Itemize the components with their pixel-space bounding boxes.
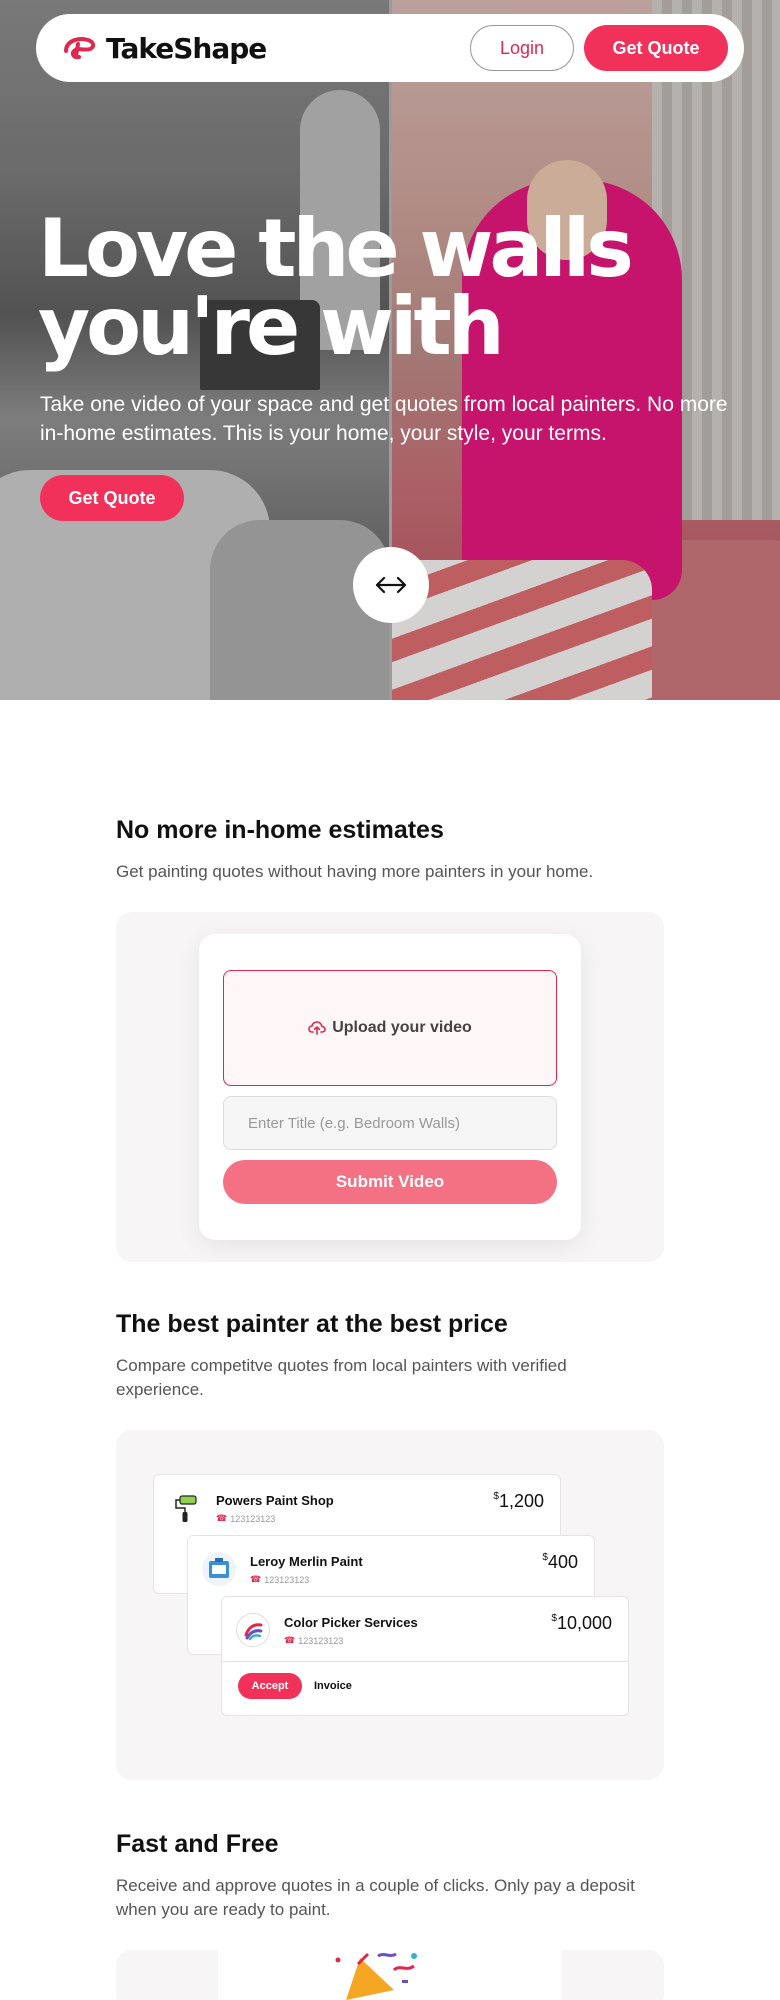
hero-subtitle: Take one video of your space and get quo… <box>40 393 728 445</box>
phone-icon: ☎ <box>250 1574 262 1584</box>
painter-name: Color Picker Services <box>284 1615 418 1630</box>
arrows-left-right-icon <box>375 576 407 594</box>
hero-section: TakeShape Login Get Quote Love the walls… <box>0 0 780 700</box>
painter-phone: ☎ 123123123 <box>284 1635 343 1646</box>
invoice-link[interactable]: Invoice <box>314 1680 352 1692</box>
accept-button[interactable]: Accept <box>238 1672 302 1699</box>
painter-phone: ☎ 123123123 <box>216 1513 275 1524</box>
logo-icon <box>64 37 96 60</box>
painter-phone-number: 123123123 <box>264 1574 310 1585</box>
quote-price: $10,000 <box>551 1613 612 1634</box>
phone-icon: ☎ <box>216 1513 228 1523</box>
phone-icon: ☎ <box>284 1635 296 1645</box>
party-popper-icon <box>335 1952 417 2000</box>
paint-roller-icon <box>175 1495 197 1522</box>
price-value: 1,200 <box>498 1491 544 1511</box>
quote-price: $400 <box>542 1552 578 1573</box>
brand-name: TakeShape <box>106 31 267 65</box>
cloud-upload-icon <box>308 1021 327 1035</box>
section-desc-best-painter: Compare competitve quotes from local pai… <box>116 1356 567 1399</box>
quote-card[interactable]: Color Picker Services ☎ 123123123 $10,00… <box>221 1596 629 1716</box>
paint-bucket-avatar <box>202 1552 236 1586</box>
painter-phone: ☎ 123123123 <box>250 1574 309 1585</box>
upload-card: Upload your video Submit Video <box>199 934 581 1240</box>
upload-video-dropzone[interactable]: Upload your video <box>223 970 557 1086</box>
quote-price: $1,200 <box>493 1491 544 1512</box>
submit-video-button[interactable]: Submit Video <box>223 1160 557 1204</box>
painter-phone-number: 123123123 <box>230 1513 276 1524</box>
painter-name: Leroy Merlin Paint <box>250 1554 363 1569</box>
section-title-fast-free: Fast and Free <box>116 1830 279 1858</box>
login-button[interactable]: Login <box>470 25 574 71</box>
get-quote-button[interactable]: Get Quote <box>584 25 728 71</box>
painter-name: Powers Paint Shop <box>216 1493 334 1508</box>
hero-get-quote-button[interactable]: Get Quote <box>40 475 184 521</box>
quote-actions: Accept Invoice <box>222 1661 628 1709</box>
navbar: TakeShape Login Get Quote <box>36 14 744 82</box>
color-picker-avatar <box>236 1613 270 1647</box>
hero-title-line-1: Love the walls <box>38 202 634 295</box>
upload-video-label: Upload your video <box>332 1019 472 1036</box>
section-title-best-painter: The best painter at the best price <box>116 1310 508 1338</box>
section-desc-fast-free: Receive and approve quotes in a couple o… <box>116 1876 635 1919</box>
price-value: 10,000 <box>556 1613 612 1633</box>
price-value: 400 <box>547 1552 578 1572</box>
section-desc-estimates: Get painting quotes without having more … <box>116 862 594 881</box>
hero-title-line-2: you're with <box>38 280 505 373</box>
color-swirl-icon <box>244 1623 263 1641</box>
paint-bucket-icon <box>209 1558 229 1578</box>
section-title-estimates: No more in-home estimates <box>116 816 444 844</box>
paint-roller-avatar <box>168 1491 202 1525</box>
celebration-card <box>218 1950 562 2000</box>
video-title-input[interactable] <box>223 1096 557 1150</box>
logo[interactable]: TakeShape <box>62 31 267 65</box>
compare-slider-handle[interactable] <box>353 547 429 623</box>
hero-title: Love the walls you're with <box>38 202 638 373</box>
painter-phone-number: 123123123 <box>298 1635 344 1646</box>
